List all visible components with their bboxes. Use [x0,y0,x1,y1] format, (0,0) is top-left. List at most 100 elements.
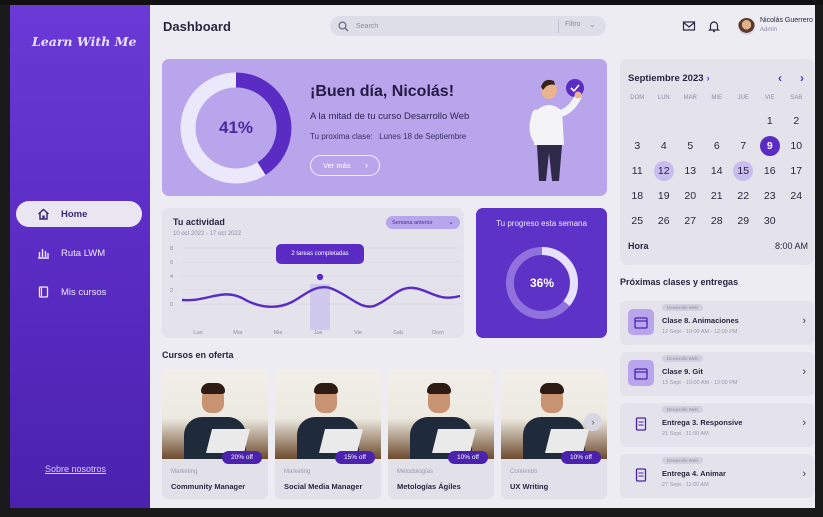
activity-range: 10 oct 2022 - 17 oct 2022 [173,231,242,237]
sidebar-item-ruta[interactable]: Ruta LWM [16,240,142,266]
search-input[interactable]: Search [356,23,378,30]
calendar-day[interactable]: 21 [704,183,731,208]
calendar-day-number: 20 [684,189,697,202]
course-name: Social Media Manager [284,482,363,491]
calendar-day[interactable]: 10 [783,133,810,158]
course-name: Metologías Ágiles [397,482,461,491]
calendar-day[interactable]: 14 [704,158,731,183]
chevron-right-icon[interactable]: › [802,468,806,480]
course-card[interactable]: 10% off Metodologías Metologías Ágiles [388,369,494,499]
calendar-day[interactable]: 2 [783,108,810,133]
calendar-day[interactable]: 18 [624,183,651,208]
bell-icon[interactable] [707,19,721,33]
upcoming-name: Entrega 3. Responsive [662,418,743,427]
mail-icon[interactable] [682,19,696,33]
upcoming-item[interactable]: Desarrollo Web Clase 9. Git 13 Sept · 10:0… [620,352,814,396]
calendar-day[interactable]: 17 [783,158,810,183]
calendar-day[interactable]: 22 [730,183,757,208]
dashboard-frame: Learn With Me Home Ruta LWM Mis cursos S… [10,5,815,508]
calendar-day[interactable]: 6 [704,133,731,158]
calendar-day[interactable]: 30 [757,208,784,233]
chevron-right-icon[interactable]: › [802,315,806,327]
app-logo[interactable]: Learn With Me [32,34,136,49]
see-more-label: Ver más [323,161,351,170]
avatar[interactable] [738,18,755,35]
calendar-next-button[interactable]: › [800,71,804,85]
chevron-right-icon[interactable]: › [802,417,806,429]
calendar-day-number: 9 [759,135,780,156]
sidebar-item-cursos[interactable]: Mis cursos [16,279,142,305]
welcome-banner: 41% ¡Buen día, Nicolás! A la mitad de tu… [162,59,607,196]
course-card[interactable]: 15% off Marketing Social Media Manager [275,369,381,499]
search-bar[interactable]: Search Filtro ⌄ [330,16,606,36]
calendar-day[interactable]: 7 [730,133,757,158]
calendar-day-number: 10 [790,139,803,152]
courses-title: Cursos en oferta [162,350,234,360]
y-tick-label: 2 [170,288,173,294]
calendar-day[interactable]: 3 [624,133,651,158]
calendar-day[interactable]: 16 [757,158,784,183]
discount-badge: 15% off [335,451,375,464]
calendar-day-number: 7 [740,139,747,152]
course-card[interactable]: 20% off Marketing Community Manager [162,369,268,499]
calendar-day-number: 2 [793,114,800,127]
calendar-day[interactable]: 1 [757,108,784,133]
upcoming-name: Entrega 4. Animar [662,469,726,478]
upcoming-name: Clase 8. Animaciones [662,316,739,325]
hour-value[interactable]: 8:00 AM [775,241,808,251]
page-title: Dashboard [163,19,231,34]
calendar-day[interactable]: 26 [651,208,678,233]
calendar-day-number: 3 [634,139,641,152]
calendar-day[interactable]: 28 [704,208,731,233]
calendar-day-number: 28 [710,214,723,227]
week-select[interactable]: Semana anterior ⌄ [386,216,460,229]
chevron-down-icon[interactable]: ⌄ [589,20,596,29]
calendar-month[interactable]: Septiembre 2023 › [628,73,710,84]
calendar-day[interactable]: 11 [624,158,651,183]
discount-badge: 10% off [448,451,488,464]
upcoming-date: 12 Sept · 10:00 AM - 12:00 PM [662,329,738,335]
calendar-day[interactable]: 15 [730,158,757,183]
upcoming-date: 21 Sept · 11:00 AM [662,431,709,437]
calendar-day-number [627,111,647,131]
upcoming-item[interactable]: Desarrollo Web Entrega 4. Animar 27 Sept ·… [620,454,814,498]
weekday-label: JUE [737,95,749,101]
chevron-right-icon[interactable]: › [802,366,806,378]
calendar-day[interactable]: 24 [783,183,810,208]
calendar-day[interactable]: 12 [651,158,678,183]
weekly-progress-label: 36% [529,276,555,290]
calendar-day[interactable]: 19 [651,183,678,208]
upcoming-item[interactable]: Desarrollo Web Clase 8. Animaciones 12 Sep… [620,301,814,345]
student-illustration [522,73,592,185]
upcoming-item[interactable]: Desarrollo Web Entrega 3. Responsive 21 Se… [620,403,814,447]
filter-dropdown[interactable]: Filtro [565,21,581,28]
calendar-day[interactable]: 4 [651,133,678,158]
calendar-empty-cell [677,108,704,133]
calendar-day[interactable]: 23 [757,183,784,208]
calendar-day[interactable]: 9 [757,133,784,158]
see-more-button[interactable]: Ver más › [310,155,380,176]
next-class-label: Tu proxima clase: [310,132,373,141]
photo-hair [201,383,225,394]
highlight-point[interactable] [316,273,324,281]
calendar-day[interactable]: 27 [677,208,704,233]
course-card[interactable]: 10% off Contenido UX Writing [501,369,607,499]
calendar-day-number: 29 [737,214,750,227]
upcoming-tag: Desarrollo Web [662,355,703,362]
calendar-prev-button[interactable]: ‹ [778,71,782,85]
course-name: UX Writing [510,482,549,491]
photo-laptop [432,429,476,453]
calendar-day[interactable]: 13 [677,158,704,183]
courses-next-button[interactable]: › [584,413,602,431]
calendar-day[interactable]: 20 [677,183,704,208]
x-tick-label: Vie [354,330,362,336]
calendar-day[interactable]: 5 [677,133,704,158]
about-link[interactable]: Sobre nosotros [45,464,106,474]
sidebar-item-home[interactable]: Home [16,201,142,227]
document-icon [628,411,654,437]
calendar-day[interactable]: 25 [624,208,651,233]
calendar-day[interactable]: 29 [730,208,757,233]
calendar-empty-cell [704,108,731,133]
highlight-column [310,284,330,330]
upcoming-name: Clase 9. Git [662,367,703,376]
